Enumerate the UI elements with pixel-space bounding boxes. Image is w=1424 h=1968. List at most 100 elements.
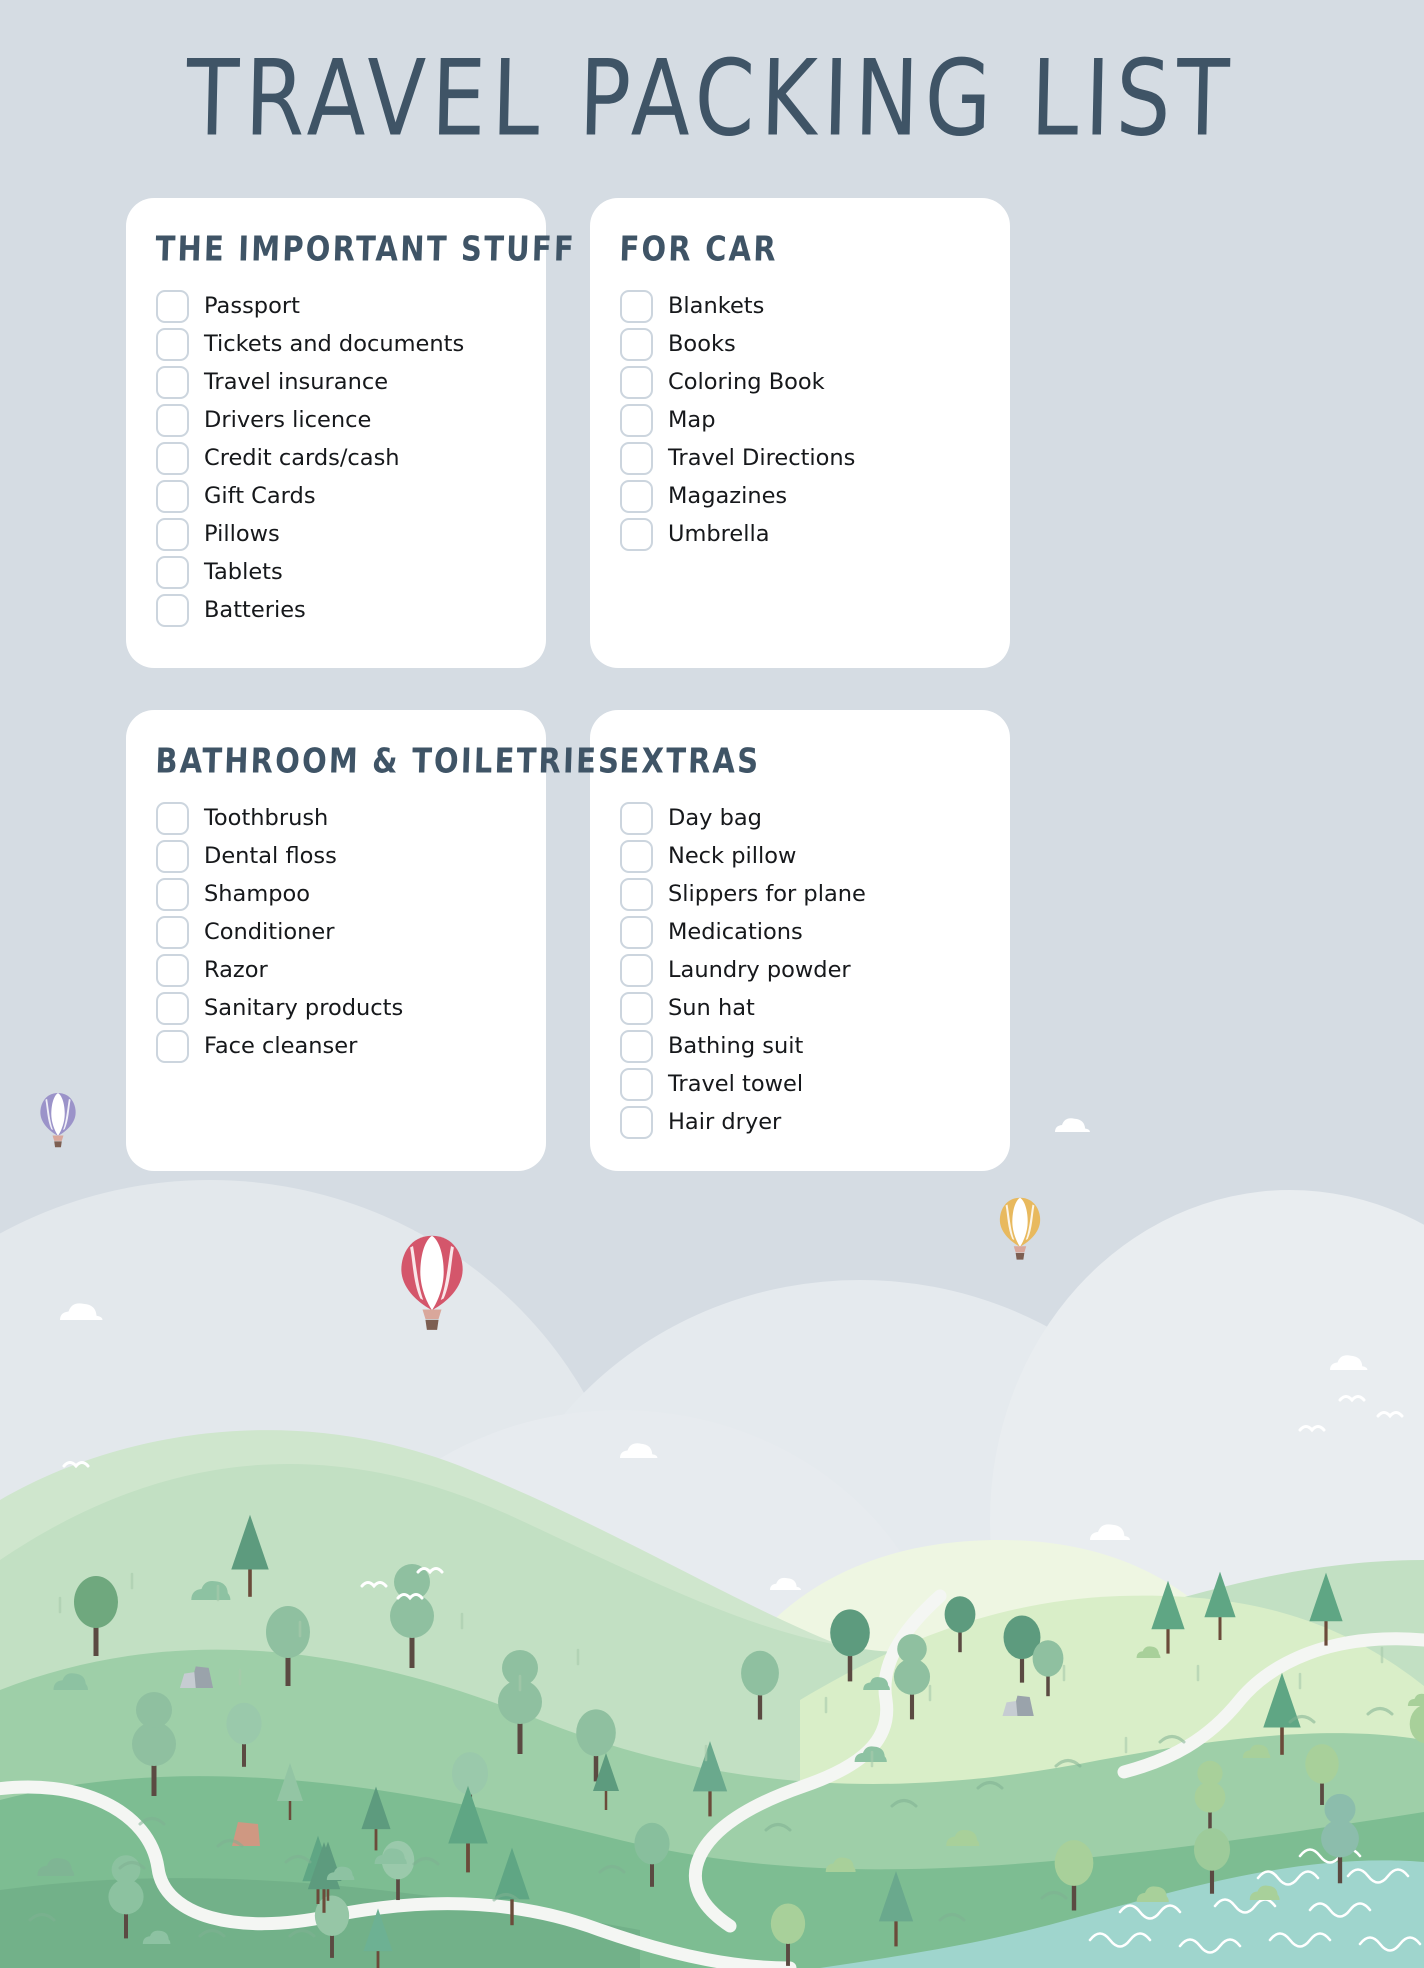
list-item[interactable]: Books [620,325,980,363]
list-item[interactable]: Neck pillow [620,837,980,875]
list-item[interactable]: Travel insurance [156,363,516,401]
list-item[interactable]: Umbrella [620,515,980,553]
list-item[interactable]: Passport [156,287,516,325]
checkbox-icon[interactable] [156,877,189,911]
checkbox-icon[interactable] [156,915,189,949]
list-item[interactable]: Map [620,401,980,439]
list-item-label: Dental floss [204,842,337,869]
checkbox-icon[interactable] [156,1029,189,1063]
checkbox-icon[interactable] [156,593,189,627]
list-item[interactable]: Razor [156,951,516,989]
list-item-label: Conditioner [204,918,335,945]
checkbox-icon[interactable] [156,517,189,551]
checklist-grid: THE IMPORTANT STUFF Passport Tickets and… [126,198,1298,1171]
list-item[interactable]: Magazines [620,477,980,515]
checkbox-icon[interactable] [620,801,653,835]
list-item[interactable]: Toothbrush [156,799,516,837]
card-extras: EXTRAS Day bag Neck pillow Slippers for … [590,710,1010,1171]
checkbox-icon[interactable] [156,953,189,987]
list-item-label: Passport [204,292,300,319]
list-item[interactable]: Dental floss [156,837,516,875]
checkbox-icon[interactable] [156,289,189,323]
checkbox-icon[interactable] [156,365,189,399]
checkbox-icon[interactable] [156,839,189,873]
checkbox-icon[interactable] [620,1067,653,1101]
list-item-label: Batteries [204,596,306,623]
list-item-label: Medications [668,918,803,945]
list-item-label: Razor [204,956,268,983]
list-item[interactable]: Drivers licence [156,401,516,439]
list-item[interactable]: Medications [620,913,980,951]
list-item[interactable]: Slippers for plane [620,875,980,913]
checkbox-icon[interactable] [620,365,653,399]
list-item-label: Map [668,406,716,433]
poster-canvas: TRAVEL PACKING LIST THE IMPORTANT STUFF … [0,0,1424,1968]
page-title: TRAVEL PACKING LIST [185,37,1237,160]
card-for-car: FOR CAR Blankets Books Coloring Book Map… [590,198,1010,668]
checklist-important-stuff: Passport Tickets and documents Travel in… [156,287,516,629]
list-item-label: Day bag [668,804,762,831]
list-item[interactable]: Conditioner [156,913,516,951]
list-item-label: Laundry powder [668,956,851,983]
list-item[interactable]: Travel towel [620,1065,980,1103]
list-item-label: Bathing suit [668,1032,804,1059]
checkbox-icon[interactable] [620,289,653,323]
list-item-label: Travel Directions [668,444,856,471]
list-item[interactable]: Travel Directions [620,439,980,477]
checkbox-icon[interactable] [156,479,189,513]
card-bathroom-toiletries: BATHROOM & TOILETRIES Toothbrush Dental … [126,710,622,1171]
checkbox-icon[interactable] [620,915,653,949]
list-item-label: Slippers for plane [668,880,866,907]
checkbox-icon[interactable] [620,877,653,911]
list-item-label: Sanitary products [204,994,404,1021]
list-item-label: Toothbrush [204,804,329,831]
checkbox-icon[interactable] [620,517,653,551]
checkbox-icon[interactable] [620,1105,653,1139]
list-item[interactable]: Pillows [156,515,516,553]
checkbox-icon[interactable] [620,479,653,513]
list-item[interactable]: Bathing suit [620,1027,980,1065]
list-item[interactable]: Face cleanser [156,1027,516,1065]
checkbox-icon[interactable] [620,953,653,987]
list-item[interactable]: Shampoo [156,875,516,913]
checkbox-icon[interactable] [156,441,189,475]
list-item-label: Neck pillow [668,842,797,869]
list-item-label: Gift Cards [204,482,316,509]
list-item[interactable]: Day bag [620,799,980,837]
list-item-label: Books [668,330,736,357]
list-item-label: Pillows [204,520,280,547]
checkbox-icon[interactable] [620,1029,653,1063]
list-item-label: Blankets [668,292,765,319]
checkbox-icon[interactable] [620,403,653,437]
list-item[interactable]: Credit cards/cash [156,439,516,477]
checkbox-icon[interactable] [156,801,189,835]
list-item-label: Coloring Book [668,368,825,395]
list-item[interactable]: Sun hat [620,989,980,1027]
card-important-stuff: THE IMPORTANT STUFF Passport Tickets and… [126,198,576,668]
list-item[interactable]: Sanitary products [156,989,516,1027]
checkbox-icon[interactable] [620,991,653,1025]
checklist-bathroom-toiletries: Toothbrush Dental floss Shampoo Conditio… [156,799,516,1065]
list-item[interactable]: Batteries [156,591,516,629]
list-item-label: Shampoo [204,880,311,907]
list-item-label: Hair dryer [668,1108,782,1135]
list-item[interactable]: Blankets [620,287,980,325]
checkbox-icon[interactable] [620,441,653,475]
card-title-bathroom-toiletries: BATHROOM & TOILETRIES [154,740,622,781]
list-item[interactable]: Gift Cards [156,477,516,515]
checkbox-icon[interactable] [620,839,653,873]
checkbox-icon[interactable] [156,555,189,589]
checkbox-icon[interactable] [156,403,189,437]
checkbox-icon[interactable] [156,327,189,361]
list-item-label: Umbrella [668,520,770,547]
list-item[interactable]: Laundry powder [620,951,980,989]
list-item[interactable]: Coloring Book [620,363,980,401]
list-item-label: Travel towel [668,1070,804,1097]
card-title-for-car: FOR CAR [618,228,779,269]
checkbox-icon[interactable] [620,327,653,361]
list-item[interactable]: Hair dryer [620,1103,980,1141]
list-item[interactable]: Tablets [156,553,516,591]
list-item[interactable]: Tickets and documents [156,325,516,363]
checklist-for-car: Blankets Books Coloring Book Map Travel … [620,287,980,553]
checkbox-icon[interactable] [156,991,189,1025]
